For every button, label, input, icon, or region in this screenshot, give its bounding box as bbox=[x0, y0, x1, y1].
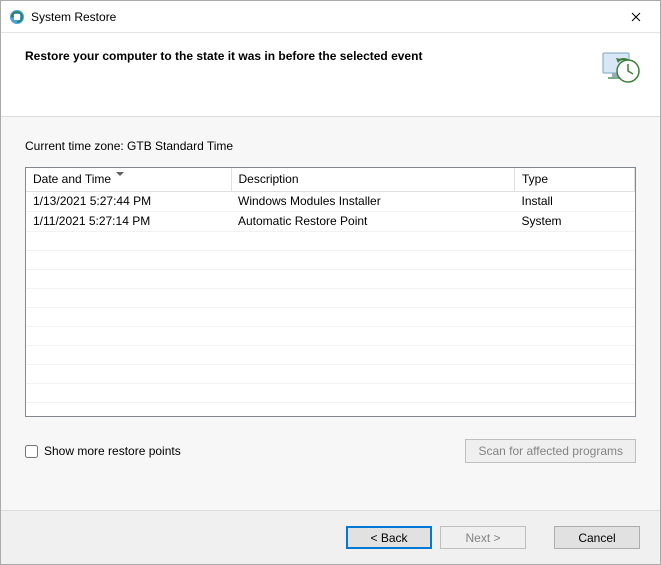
cell-desc: Windows Modules Installer bbox=[231, 192, 515, 212]
wizard-footer: < Back Next > Cancel bbox=[1, 510, 660, 564]
table-row[interactable]: 1/11/2021 5:27:14 PMAutomatic Restore Po… bbox=[26, 212, 635, 232]
cell-date: 1/13/2021 5:27:44 PM bbox=[26, 192, 231, 212]
table-row[interactable]: 1/13/2021 5:27:44 PMWindows Modules Inst… bbox=[26, 192, 635, 212]
close-button[interactable] bbox=[613, 2, 658, 32]
system-restore-window: System Restore Restore your computer to … bbox=[0, 0, 661, 565]
page-heading: Restore your computer to the state it wa… bbox=[25, 49, 422, 116]
titlebar: System Restore bbox=[1, 1, 660, 33]
show-more-label: Show more restore points bbox=[44, 444, 181, 458]
cell-desc: Automatic Restore Point bbox=[231, 212, 515, 232]
cell-type: Install bbox=[515, 192, 635, 212]
table-row-empty bbox=[26, 346, 635, 365]
cancel-button[interactable]: Cancel bbox=[554, 526, 640, 549]
table-row-empty bbox=[26, 289, 635, 308]
table-row-empty bbox=[26, 365, 635, 384]
restore-points-grid[interactable]: Date and Time Description Type 1/13/2021… bbox=[25, 167, 636, 417]
system-restore-icon bbox=[9, 9, 25, 25]
column-header-date[interactable]: Date and Time bbox=[26, 168, 231, 192]
table-row-empty bbox=[26, 270, 635, 289]
cell-date: 1/11/2021 5:27:14 PM bbox=[26, 212, 231, 232]
wizard-header: Restore your computer to the state it wa… bbox=[1, 33, 660, 117]
show-more-checkbox-input[interactable] bbox=[25, 445, 38, 458]
table-row-empty bbox=[26, 384, 635, 403]
restore-clock-icon bbox=[600, 47, 640, 87]
wizard-body: Current time zone: GTB Standard Time Dat… bbox=[1, 117, 660, 510]
table-row-empty bbox=[26, 308, 635, 327]
table-row-empty bbox=[26, 251, 635, 270]
table-row-empty bbox=[26, 232, 635, 251]
next-button[interactable]: Next > bbox=[440, 526, 526, 549]
show-more-checkbox[interactable]: Show more restore points bbox=[25, 444, 181, 458]
cell-type: System bbox=[515, 212, 635, 232]
window-title: System Restore bbox=[31, 10, 613, 24]
scan-affected-button[interactable]: Scan for affected programs bbox=[465, 439, 636, 463]
back-button[interactable]: < Back bbox=[346, 526, 432, 549]
timezone-label: Current time zone: GTB Standard Time bbox=[25, 139, 636, 153]
column-header-description[interactable]: Description bbox=[231, 168, 515, 192]
grid-header-row: Date and Time Description Type bbox=[26, 168, 635, 192]
column-header-type[interactable]: Type bbox=[515, 168, 635, 192]
grid-toolbar: Show more restore points Scan for affect… bbox=[25, 439, 636, 463]
table-row-empty bbox=[26, 327, 635, 346]
close-icon bbox=[631, 12, 641, 22]
